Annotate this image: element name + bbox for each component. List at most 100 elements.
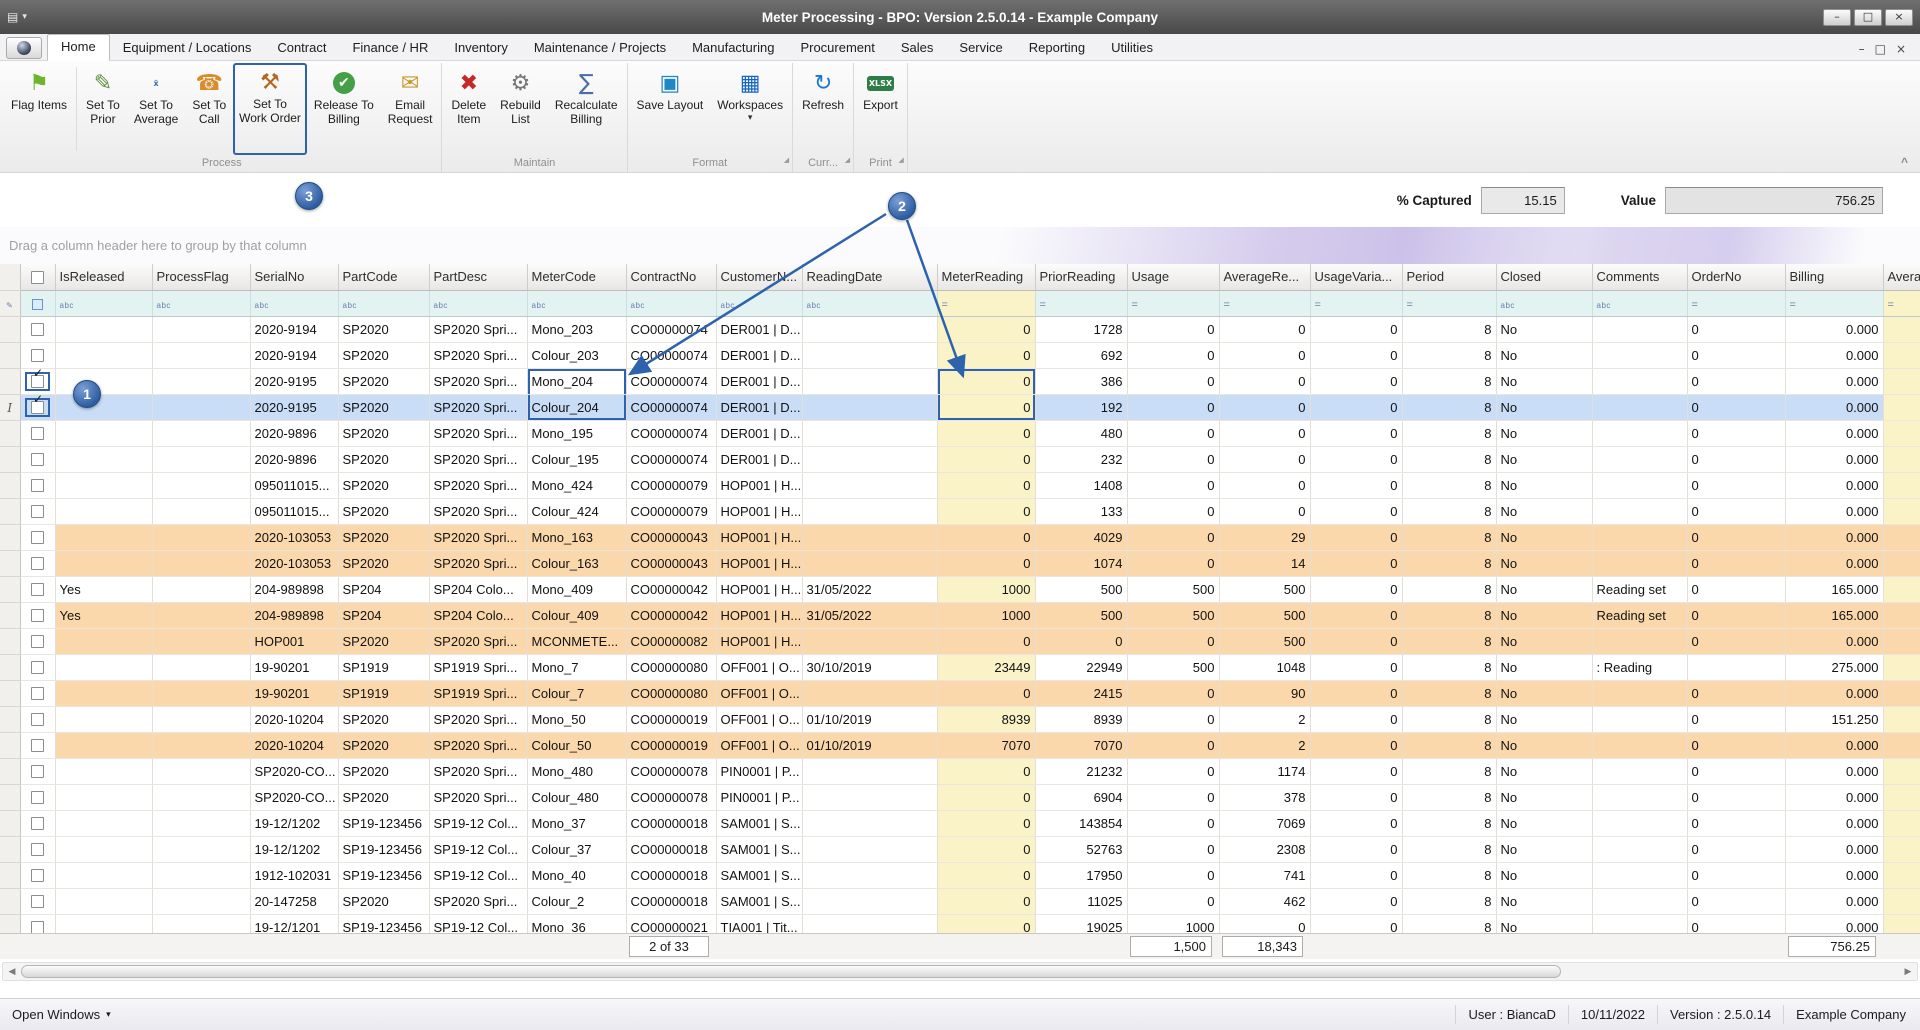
cell-closed[interactable]: No [1496, 576, 1592, 602]
cell-contractno[interactable]: CO00000074 [626, 420, 716, 446]
cell-priorreading[interactable]: 480 [1035, 420, 1127, 446]
cell-period[interactable]: 8 [1402, 368, 1496, 394]
cell-billing[interactable]: 0.000 [1785, 836, 1883, 862]
cell-contractno[interactable]: CO00000019 [626, 706, 716, 732]
cell-period[interactable]: 8 [1402, 888, 1496, 914]
checkbox[interactable] [31, 739, 44, 752]
cell-usagevaria[interactable]: 0 [1310, 602, 1402, 628]
cell-partdesc[interactable]: SP2020 Spri... [429, 628, 527, 654]
cell-processflag[interactable] [152, 810, 250, 836]
cell-customerno[interactable]: HOP001 | H... [716, 550, 802, 576]
table-row[interactable]: 19-90201SP1919SP1919 Spri...Mono_7CO0000… [0, 654, 1920, 680]
tab-finance-hr[interactable]: Finance / HR [339, 36, 441, 60]
row-checkbox-cell[interactable] [20, 550, 55, 576]
cell-usage[interactable]: 0 [1127, 472, 1219, 498]
cell-metercode[interactable]: Mono_409 [527, 576, 626, 602]
cell-customerno[interactable]: OFF001 | O... [716, 680, 802, 706]
cell-closed[interactable]: No [1496, 368, 1592, 394]
cell-usage[interactable]: 500 [1127, 602, 1219, 628]
cell-partdesc[interactable]: SP2020 Spri... [429, 420, 527, 446]
cell-billing[interactable]: 0.000 [1785, 862, 1883, 888]
cell-priorreading[interactable]: 22949 [1035, 654, 1127, 680]
cell-usagevaria[interactable]: 0 [1310, 316, 1402, 342]
cell-customerno[interactable]: DER001 | D... [716, 446, 802, 472]
cell-orderno[interactable]: 0 [1687, 758, 1785, 784]
col-header-readingdate[interactable]: ReadingDate [802, 264, 937, 290]
cell-readingdate[interactable] [802, 550, 937, 576]
row-checkbox-cell[interactable] [20, 602, 55, 628]
cell-customerno[interactable]: OFF001 | O... [716, 654, 802, 680]
cell-usage[interactable]: 0 [1127, 394, 1219, 420]
filter-cell-comments[interactable]: abc [1592, 290, 1687, 316]
checkbox[interactable] [31, 479, 44, 492]
cell-orderno[interactable]: 0 [1687, 810, 1785, 836]
checkbox[interactable] [31, 531, 44, 544]
table-row[interactable]: 2020-9194SP2020SP2020 Spri...Colour_203C… [0, 342, 1920, 368]
cell-contractno[interactable]: CO00000018 [626, 862, 716, 888]
cell-period[interactable]: 8 [1402, 316, 1496, 342]
cell-processflag[interactable] [152, 316, 250, 342]
cell-meterreading[interactable]: 0 [937, 420, 1035, 446]
cell-processflag[interactable] [152, 550, 250, 576]
filter-cell-processflag[interactable]: abc [152, 290, 250, 316]
checkbox[interactable] [31, 765, 44, 778]
cell-partcode[interactable]: SP2020 [338, 498, 429, 524]
row-checkbox-cell[interactable] [20, 914, 55, 933]
cell-closed[interactable]: No [1496, 706, 1592, 732]
cell-readingdate[interactable] [802, 784, 937, 810]
cell-avera[interactable] [1883, 524, 1920, 550]
open-windows-button[interactable]: Open Windows ▾ [2, 1004, 121, 1025]
cell-contractno[interactable]: CO00000043 [626, 524, 716, 550]
cell-metercode[interactable]: Colour_204 [527, 394, 626, 420]
row-checkbox-cell[interactable] [20, 316, 55, 342]
cell-billing[interactable]: 0.000 [1785, 914, 1883, 933]
mdi-minimize-button[interactable]: – [1859, 42, 1865, 56]
checkbox[interactable] [31, 869, 44, 882]
cell-usage[interactable]: 0 [1127, 342, 1219, 368]
filter-cell-usagevaria[interactable]: = [1310, 290, 1402, 316]
cell-averagere[interactable]: 2 [1219, 706, 1310, 732]
cell-readingdate[interactable]: 31/05/2022 [802, 602, 937, 628]
table-row[interactable]: 19-12/1201SP19-123456SP19-12 Col...Mono_… [0, 914, 1920, 933]
cell-priorreading[interactable]: 4029 [1035, 524, 1127, 550]
cell-processflag[interactable] [152, 420, 250, 446]
cell-comments[interactable] [1592, 420, 1687, 446]
cell-closed[interactable]: No [1496, 654, 1592, 680]
cell-customerno[interactable]: DER001 | D... [716, 420, 802, 446]
cell-closed[interactable]: No [1496, 550, 1592, 576]
cell-comments[interactable] [1592, 706, 1687, 732]
cell-metercode[interactable]: Colour_7 [527, 680, 626, 706]
cell-avera[interactable] [1883, 602, 1920, 628]
cell-priorreading[interactable]: 2415 [1035, 680, 1127, 706]
row-checkbox-cell[interactable] [20, 784, 55, 810]
cell-readingdate[interactable] [802, 498, 937, 524]
cell-meterreading[interactable]: 0 [937, 498, 1035, 524]
cell-readingdate[interactable] [802, 862, 937, 888]
cell-averagere[interactable]: 0 [1219, 394, 1310, 420]
cell-closed[interactable]: No [1496, 498, 1592, 524]
cell-processflag[interactable] [152, 706, 250, 732]
cell-closed[interactable]: No [1496, 394, 1592, 420]
cell-readingdate[interactable]: 01/10/2019 [802, 706, 937, 732]
cell-avera[interactable] [1883, 420, 1920, 446]
cell-usagevaria[interactable]: 0 [1310, 628, 1402, 654]
cell-averagere[interactable]: 0 [1219, 316, 1310, 342]
cell-partdesc[interactable]: SP2020 Spri... [429, 784, 527, 810]
cell-isreleased[interactable] [55, 836, 152, 862]
cell-usagevaria[interactable]: 0 [1310, 342, 1402, 368]
rebuild-list-button[interactable]: ⚙Rebuild List [494, 64, 547, 154]
cell-period[interactable]: 8 [1402, 550, 1496, 576]
cell-orderno[interactable]: 0 [1687, 836, 1785, 862]
cell-averagere[interactable]: 0 [1219, 420, 1310, 446]
table-row[interactable]: 19-12/1202SP19-123456SP19-12 Col...Mono_… [0, 810, 1920, 836]
cell-isreleased[interactable] [55, 732, 152, 758]
col-header-priorreading[interactable]: PriorReading [1035, 264, 1127, 290]
cell-readingdate[interactable] [802, 680, 937, 706]
scrollbar-thumb[interactable] [21, 965, 1561, 978]
cell-closed[interactable]: No [1496, 602, 1592, 628]
cell-usagevaria[interactable]: 0 [1310, 498, 1402, 524]
cell-isreleased[interactable] [55, 524, 152, 550]
app-grid-icon[interactable]: ▤ [7, 10, 18, 24]
cell-processflag[interactable] [152, 758, 250, 784]
cell-billing[interactable]: 0.000 [1785, 316, 1883, 342]
